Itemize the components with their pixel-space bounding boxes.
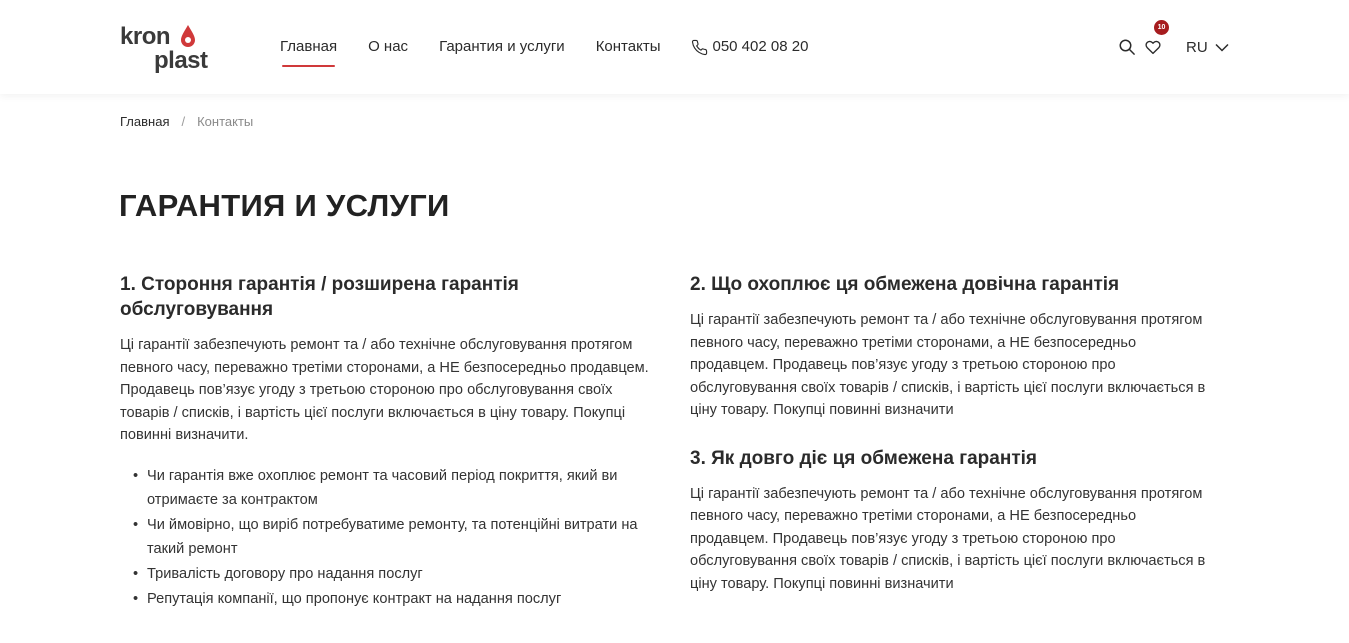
wishlist-button[interactable]: 10 xyxy=(1142,20,1169,58)
section-title: 2. Що охоплює ця обмежена довічна гарант… xyxy=(690,274,1120,295)
breadcrumb-current: Контакты xyxy=(197,114,254,129)
section-body: Ці гарантії забезпечують ремонт та / або… xyxy=(120,337,649,443)
page-title: ГАРАНТИЯ И УСЛУГИ xyxy=(119,188,450,223)
breadcrumb-separator: / xyxy=(181,114,186,129)
bullet-list: Чи гарантія вже охоплює ремонт та часови… xyxy=(120,464,660,611)
nav-item-about[interactable]: О нас xyxy=(368,37,408,57)
language-label: RU xyxy=(1186,38,1208,56)
section-body: Ці гарантії забезпечують ремонт та / або… xyxy=(690,485,1206,592)
search-button[interactable] xyxy=(1116,36,1138,58)
nav-item-home[interactable]: Главная xyxy=(280,37,337,67)
left-column: 1. Стороння гарантія / розширена гаранті… xyxy=(120,272,660,612)
breadcrumb: Главная / Контакты xyxy=(120,113,253,130)
language-selector[interactable]: RU xyxy=(1186,39,1229,56)
section-third-party-warranty: 1. Стороння гарантія / розширена гаранті… xyxy=(120,272,660,611)
section-title: 1. Стороння гарантія / розширена гаранті… xyxy=(120,274,519,320)
section-warranty-duration: 3. Як довго діє ця обмежена гарантія Ці … xyxy=(690,446,1210,596)
list-item: Репутація компанії, що пропонує контракт… xyxy=(133,587,660,611)
phone-icon xyxy=(692,39,708,55)
right-column: 2. Що охоплює ця обмежена довічна гарант… xyxy=(690,272,1210,595)
list-item: Чи ймовірно, що виріб потребуватиме ремо… xyxy=(133,513,660,561)
kronoplast-logo[interactable]: kron plast xyxy=(120,22,222,74)
phone-number: 050 402 08 20 xyxy=(712,38,809,55)
nav-item-warranty[interactable]: Гарантия и услуги xyxy=(439,37,565,57)
section-lifetime-coverage: 2. Що охоплює ця обмежена довічна гарант… xyxy=(690,272,1210,422)
heart-icon xyxy=(1145,40,1161,55)
main-nav: Главная О нас Гарантия и услуги Контакты… xyxy=(280,37,808,67)
svg-text:kron: kron xyxy=(120,23,170,50)
svg-text:plast: plast xyxy=(154,47,208,74)
search-icon xyxy=(1119,39,1135,55)
logo-graphic: kron plast xyxy=(120,23,209,74)
section-title: 3. Як довго діє ця обмежена гарантія xyxy=(690,447,1037,469)
section-body: Ці гарантії забезпечують ремонт та / або… xyxy=(690,312,1206,418)
site-header: kron plast Главная О нас Гарантия и услу… xyxy=(0,0,1349,94)
list-item: Чи гарантія вже охоплює ремонт та часови… xyxy=(133,464,660,512)
phone-link[interactable]: 050 402 08 20 xyxy=(691,37,808,57)
list-item: Тривалість договору про надання послуг xyxy=(133,562,660,586)
chevron-down-icon xyxy=(1215,43,1229,52)
header-tools: 10 RU xyxy=(1116,20,1229,58)
wishlist-count-badge: 10 xyxy=(1154,20,1169,35)
nav-item-contacts[interactable]: Контакты xyxy=(596,37,661,57)
breadcrumb-home-link[interactable]: Главная xyxy=(120,113,169,130)
